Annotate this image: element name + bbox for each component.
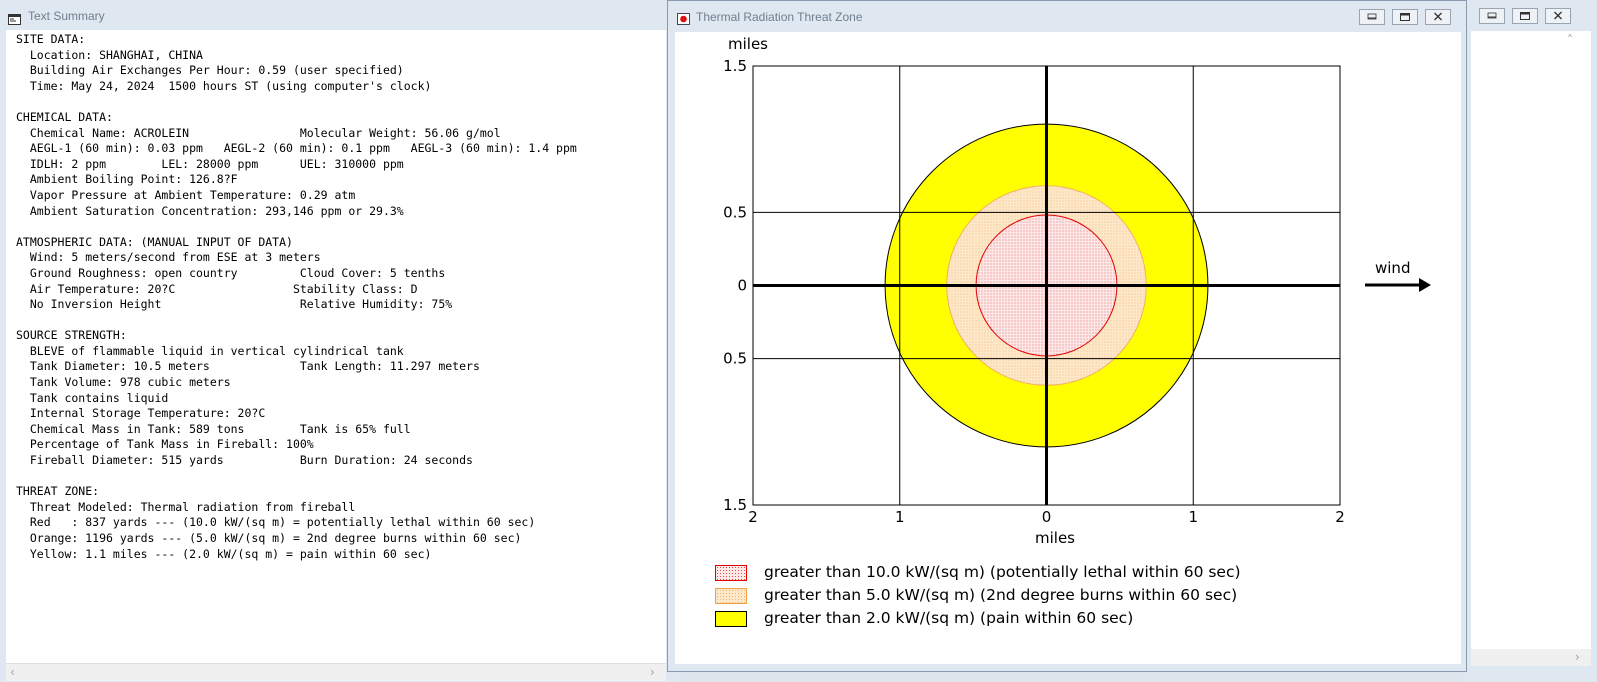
- y-tick-label: 1.5: [723, 57, 747, 75]
- x-tick-label: 0: [1042, 508, 1052, 526]
- y-tick-label: 0.5: [723, 203, 747, 221]
- x-axis-title: miles: [1035, 529, 1075, 547]
- threat-zone-app-icon: [677, 10, 690, 25]
- text-summary-title: Text Summary: [28, 9, 105, 23]
- text-summary-content[interactable]: SITE DATA: Location: SHANGHAI, CHINA Bui…: [6, 30, 666, 663]
- legend-label-yellow: greater than 2.0 kW/(sq m) (pain within …: [764, 609, 1134, 627]
- text-summary-window: Text Summary SITE DATA: Location: SHANGH…: [0, 0, 679, 682]
- third-window-content: ˄: [1471, 31, 1591, 649]
- third-minimize-button[interactable]: [1479, 8, 1505, 24]
- third-maximize-button[interactable]: [1512, 8, 1538, 24]
- third-scroll-right-icon[interactable]: ›: [1575, 650, 1580, 664]
- scroll-left-icon[interactable]: ‹: [10, 665, 15, 679]
- legend-label-red: greater than 10.0 kW/(sq m) (potentially…: [764, 563, 1241, 581]
- third-close-button[interactable]: [1545, 8, 1571, 24]
- threat-zone-content: miles 2 1 0 1 2 1.5 0.5 0 0.5 1.5 miles wind: [675, 32, 1461, 664]
- summary-text: SITE DATA: Location: SHANGHAI, CHINA Bui…: [16, 32, 577, 561]
- scroll-right-icon[interactable]: ›: [650, 665, 655, 679]
- text-summary-titlebar[interactable]: Text Summary: [0, 0, 679, 32]
- x-tick-label: 1: [1188, 508, 1198, 526]
- y-tick-label: 0.5: [723, 350, 747, 368]
- legend-swatch-yellow: [715, 611, 747, 627]
- x-tick-label: 2: [1335, 508, 1345, 526]
- wind-label: wind: [1375, 259, 1411, 277]
- maximize-button[interactable]: [1392, 9, 1418, 25]
- minimize-button[interactable]: [1359, 9, 1385, 25]
- text-window-icon: [8, 10, 21, 25]
- legend-swatch-orange: [715, 588, 747, 604]
- y-tick-label: 0: [737, 277, 747, 295]
- x-tick-label: 1: [895, 508, 905, 526]
- text-summary-horizontal-scrollbar[interactable]: ‹ ›: [6, 663, 666, 681]
- y-tick-label: 1.5: [723, 496, 747, 514]
- close-button[interactable]: [1425, 9, 1451, 25]
- third-window: ˄ ›: [1467, 0, 1597, 682]
- wind-arrow-icon: [1365, 278, 1431, 292]
- threat-zone-titlebar[interactable]: Thermal Radiation Threat Zone: [668, 1, 1466, 33]
- x-tick-label: 2: [748, 508, 758, 526]
- threat-zone-title: Thermal Radiation Threat Zone: [696, 10, 863, 24]
- scroll-up-icon[interactable]: ˄: [1567, 33, 1573, 47]
- threat-zone-window: Thermal Radiation Threat Zone miles 2 1 …: [667, 0, 1467, 672]
- third-window-titlebar[interactable]: [1467, 0, 1597, 32]
- legend-swatch-red: [715, 565, 747, 581]
- legend-label-orange: greater than 5.0 kW/(sq m) (2nd degree b…: [764, 586, 1238, 604]
- third-window-scrollbar[interactable]: ›: [1471, 649, 1591, 666]
